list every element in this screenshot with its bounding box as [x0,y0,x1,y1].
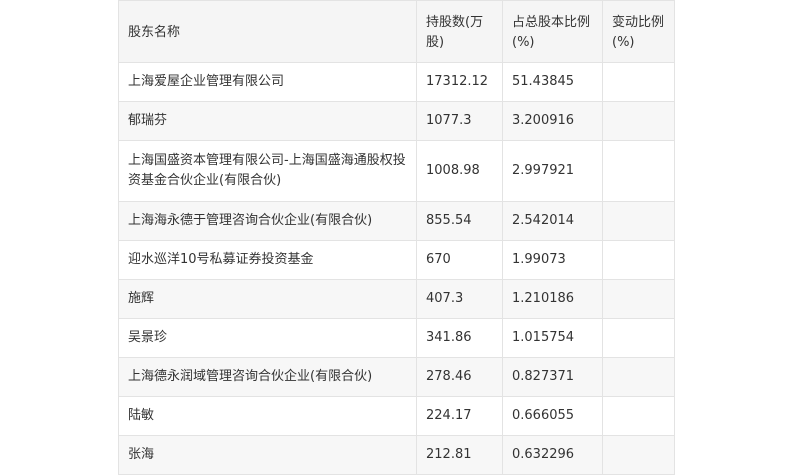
cell-share-ratio: 51.43845 [502,62,603,102]
cell-change-ratio [602,201,675,241]
cell-shares-held: 17312.12 [416,62,503,102]
table-row: 上海国盛资本管理有限公司-上海国盛海通股权投资基金合伙企业(有限合伙) 1008… [118,140,675,202]
table-row: 施辉 407.3 1.210186 [118,279,675,319]
cell-shareholder-name: 上海海永德于管理咨询合伙企业(有限合伙) [118,201,417,241]
cell-shares-held: 855.54 [416,201,503,241]
shareholder-table-container: 股东名称 持股数(万股) 占总股本比例(%) 变动比例(%) 上海爱屋企业管理有… [118,0,675,475]
table-row: 吴景珍 341.86 1.015754 [118,318,675,358]
cell-shares-held: 670 [416,240,503,280]
table-row: 上海爱屋企业管理有限公司 17312.12 51.43845 [118,62,675,102]
cell-shareholder-name: 吴景珍 [118,318,417,358]
cell-share-ratio: 0.827371 [502,357,603,397]
cell-share-ratio: 2.997921 [502,140,603,202]
cell-share-ratio: 0.632296 [502,435,603,475]
shareholder-table: 股东名称 持股数(万股) 占总股本比例(%) 变动比例(%) 上海爱屋企业管理有… [118,0,675,475]
cell-shares-held: 1077.3 [416,101,503,141]
cell-change-ratio [602,279,675,319]
cell-shareholder-name: 上海德永润域管理咨询合伙企业(有限合伙) [118,357,417,397]
cell-shares-held: 224.17 [416,396,503,436]
cell-change-ratio [602,396,675,436]
cell-share-ratio: 1.015754 [502,318,603,358]
cell-shares-held: 212.81 [416,435,503,475]
cell-share-ratio: 2.542014 [502,201,603,241]
cell-share-ratio: 1.99073 [502,240,603,280]
table-row: 郁瑞芬 1077.3 3.200916 [118,101,675,141]
cell-change-ratio [602,240,675,280]
cell-share-ratio: 0.666055 [502,396,603,436]
cell-shares-held: 278.46 [416,357,503,397]
table-row: 上海海永德于管理咨询合伙企业(有限合伙) 855.54 2.542014 [118,201,675,241]
cell-share-ratio: 3.200916 [502,101,603,141]
cell-change-ratio [602,357,675,397]
cell-change-ratio [602,101,675,141]
cell-shareholder-name: 陆敏 [118,396,417,436]
cell-shareholder-name: 郁瑞芬 [118,101,417,141]
cell-change-ratio [602,318,675,358]
header-change-ratio: 变动比例(%) [602,0,675,63]
header-share-ratio: 占总股本比例(%) [502,0,603,63]
cell-shareholder-name: 施辉 [118,279,417,319]
table-row: 上海德永润域管理咨询合伙企业(有限合伙) 278.46 0.827371 [118,357,675,397]
table-row: 陆敏 224.17 0.666055 [118,396,675,436]
cell-change-ratio [602,62,675,102]
cell-change-ratio [602,435,675,475]
table-row: 张海 212.81 0.632296 [118,435,675,475]
cell-share-ratio: 1.210186 [502,279,603,319]
cell-shareholder-name: 迎水巡洋10号私募证券投资基金 [118,240,417,280]
table-header-row: 股东名称 持股数(万股) 占总股本比例(%) 变动比例(%) [118,0,675,63]
cell-shares-held: 341.86 [416,318,503,358]
header-shares-held: 持股数(万股) [416,0,503,63]
table-row: 迎水巡洋10号私募证券投资基金 670 1.99073 [118,240,675,280]
cell-shareholder-name: 张海 [118,435,417,475]
cell-shareholder-name: 上海爱屋企业管理有限公司 [118,62,417,102]
cell-shares-held: 407.3 [416,279,503,319]
header-shareholder-name: 股东名称 [118,0,417,63]
cell-shares-held: 1008.98 [416,140,503,202]
cell-change-ratio [602,140,675,202]
cell-shareholder-name: 上海国盛资本管理有限公司-上海国盛海通股权投资基金合伙企业(有限合伙) [118,140,417,202]
